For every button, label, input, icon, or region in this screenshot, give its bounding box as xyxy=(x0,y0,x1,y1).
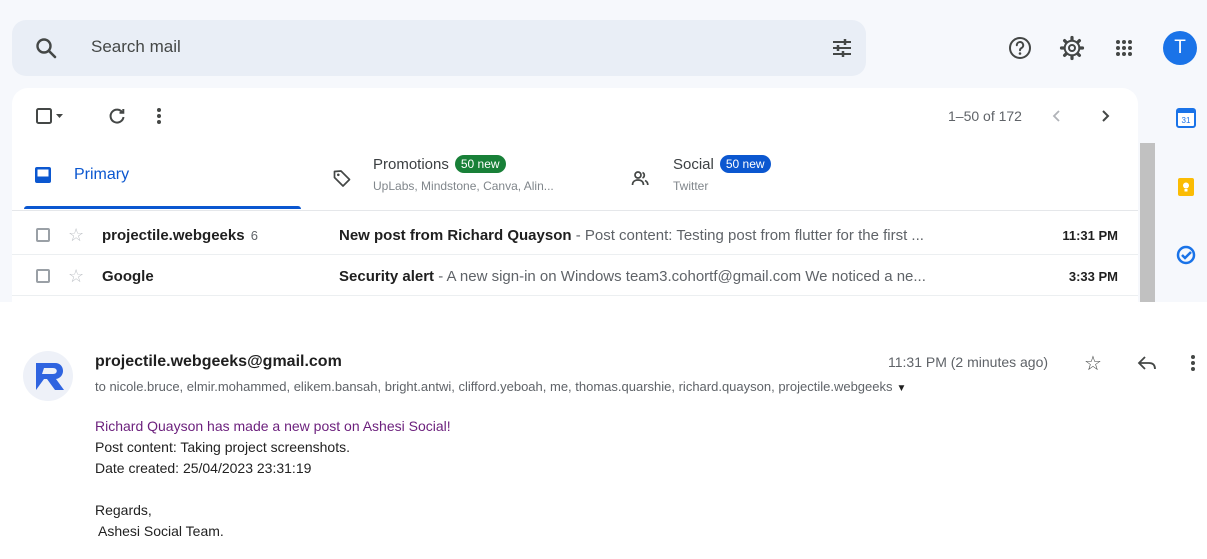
body-line: Date created: 25/04/2023 23:31:19 xyxy=(95,460,312,476)
star-icon[interactable]: ☆ xyxy=(68,266,84,286)
next-page-icon[interactable] xyxy=(1095,106,1115,126)
svg-text:31: 31 xyxy=(1182,116,1191,125)
email-time: 3:33 PM xyxy=(1068,269,1118,284)
tab-promotions-label: Promotions xyxy=(373,156,449,173)
tasks-icon[interactable] xyxy=(1176,245,1196,265)
pagination-label: 1–50 of 172 xyxy=(948,108,1022,124)
search-icon[interactable] xyxy=(34,36,58,60)
mail-list-panel: 1–50 of 172 Primary Promotions50 new Up xyxy=(12,88,1138,302)
search-input[interactable]: Search mail xyxy=(91,37,181,57)
keep-icon[interactable] xyxy=(1176,177,1196,197)
message-sender: projectile.webgeeks@gmail.com xyxy=(95,353,342,370)
reply-icon[interactable] xyxy=(1137,355,1157,371)
tab-promotions[interactable]: Promotions 50 new UpLabs, Mindstone, Canv… xyxy=(332,144,612,210)
sender-logo xyxy=(23,351,73,401)
tab-primary-label: Primary xyxy=(74,166,130,183)
email-subject: Security alert - A new sign-in on Window… xyxy=(339,268,926,285)
promotions-new-badge: 50 new xyxy=(454,155,506,173)
message-time: 11:31 PM (2 minutes ago) xyxy=(888,354,1049,370)
tab-social-title: Social 50 new xyxy=(673,155,771,173)
email-sender: projectile.webgeeks 6 xyxy=(102,227,258,244)
help-icon[interactable] xyxy=(1007,35,1033,61)
tab-social-label: Social xyxy=(673,156,714,173)
social-new-badge: 50 new xyxy=(719,155,771,173)
email-snippet: - A new sign-in on Windows team3.cohortf… xyxy=(434,268,926,285)
calendar-icon[interactable]: 31 xyxy=(1176,108,1196,128)
tab-social-senders: Twitter xyxy=(673,179,709,193)
email-row[interactable]: ☆ Google Security alert - A new sign-in … xyxy=(12,256,1138,296)
body-signature: Ashesi Social Team. xyxy=(98,523,224,539)
body-regards: Regards, xyxy=(95,502,152,518)
email-subject: New post from Richard Quayson - Post con… xyxy=(339,227,924,244)
account-avatar[interactable]: T xyxy=(1163,31,1197,65)
search-options-icon[interactable] xyxy=(830,36,854,60)
message-body: Richard Quayson has made a new post on A… xyxy=(95,416,451,542)
tag-icon xyxy=(333,170,351,187)
email-snippet: - Post content: Testing post from flutte… xyxy=(571,227,924,244)
email-row[interactable]: ☆ projectile.webgeeks 6 New post from Ri… xyxy=(12,215,1138,255)
tab-social[interactable]: Social 50 new Twitter xyxy=(630,144,930,210)
tab-promotions-title: Promotions 50 new xyxy=(373,155,506,173)
active-tab-indicator xyxy=(24,206,301,209)
row-checkbox[interactable] xyxy=(36,228,50,242)
apps-grid-icon[interactable] xyxy=(1111,35,1137,61)
email-time: 11:31 PM xyxy=(1062,228,1118,243)
more-actions-icon[interactable] xyxy=(153,106,165,126)
tab-primary[interactable]: Primary xyxy=(12,144,301,210)
message-recipients[interactable]: to nicole.bruce, elmir.mohammed, elikem.… xyxy=(95,379,906,394)
inbox-icon xyxy=(35,167,51,183)
scrollbar[interactable] xyxy=(1140,143,1155,302)
email-sender: Google xyxy=(102,268,154,285)
row-checkbox[interactable] xyxy=(36,269,50,283)
body-line: Richard Quayson has made a new post on A… xyxy=(95,418,451,434)
recipients-dropdown-icon[interactable]: ▼ xyxy=(897,383,907,394)
tabs-divider xyxy=(12,210,1138,211)
message-star-icon[interactable]: ☆ xyxy=(1084,351,1102,376)
body-line: Post content: Taking project screenshots… xyxy=(95,439,350,455)
tab-promotions-senders: UpLabs, Mindstone, Canva, Alin... xyxy=(373,179,554,193)
search-bar[interactable]: Search mail xyxy=(12,20,866,76)
previous-page-icon[interactable] xyxy=(1047,106,1067,126)
thread-count: 6 xyxy=(250,228,258,243)
star-icon[interactable]: ☆ xyxy=(68,225,84,245)
people-icon xyxy=(631,171,649,186)
select-all-checkbox[interactable] xyxy=(36,106,64,126)
gmail-inbox: Search mail T 1–50 of 172 Primary Promot… xyxy=(0,0,1207,302)
refresh-icon[interactable] xyxy=(107,106,127,126)
settings-gear-icon[interactable] xyxy=(1059,35,1085,61)
message-more-icon[interactable] xyxy=(1190,354,1196,372)
opened-message: projectile.webgeeks@gmail.com to nicole.… xyxy=(0,302,1207,559)
